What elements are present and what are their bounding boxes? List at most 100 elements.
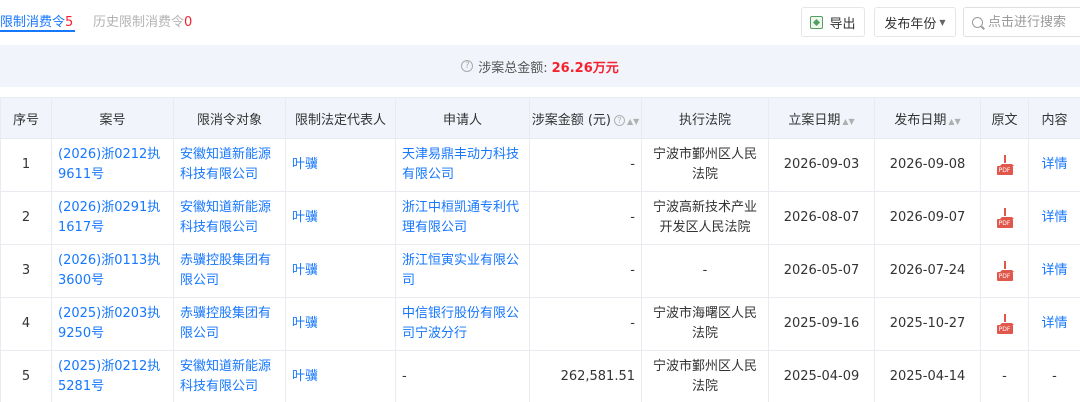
pdf-icon[interactable]: PDF <box>996 207 1014 228</box>
pdf-arrow-shape <box>999 313 1014 325</box>
cell-applicant-text[interactable]: 浙江恒寅实业有限公司 <box>402 253 519 288</box>
cell-target-text[interactable]: 赤骥控股集团有限公司 <box>180 306 271 341</box>
cell-case-no[interactable]: (2026)浙0113执3600号 <box>51 244 174 298</box>
cell-legal-rep[interactable]: 叶骥 <box>285 191 396 245</box>
cell-content: - <box>1028 350 1080 402</box>
cell-case-no[interactable]: (2025)浙0203执9250号 <box>51 297 174 351</box>
help-icon[interactable]: ? <box>613 114 625 126</box>
pdf-icon[interactable]: PDF <box>996 313 1014 334</box>
col-header-publish-date[interactable]: 发布日期 ▲▼ <box>874 97 981 139</box>
col-header-content: 内容 <box>1028 97 1080 139</box>
cell-case-no-text[interactable]: (2025)浙0212执5281号 <box>58 359 160 394</box>
cell-applicant-text[interactable]: 浙江中桓凯通专利代理有限公司 <box>402 200 519 235</box>
cell-target[interactable]: 赤骥控股集团有限公司 <box>173 244 286 298</box>
cell-original[interactable]: PDF <box>980 244 1029 298</box>
cell-target-text[interactable]: 赤骥控股集团有限公司 <box>180 253 271 288</box>
export-button[interactable]: 导出 <box>801 7 865 37</box>
cell-content[interactable]: 详情 <box>1028 244 1080 298</box>
cell-index: 5 <box>0 350 52 402</box>
cell-target-text[interactable]: 安徽知道新能源科技有限公司 <box>180 359 271 394</box>
cell-original[interactable]: PDF <box>980 297 1029 351</box>
cell-case-no[interactable]: (2025)浙0212执5281号 <box>51 350 174 402</box>
cell-target[interactable]: 赤骥控股集团有限公司 <box>173 297 286 351</box>
cell-applicant-text[interactable]: 中信银行股份有限公司宁波分行 <box>402 306 519 341</box>
cell-legal-rep-text[interactable]: 叶骥 <box>292 157 318 172</box>
cell-original[interactable]: PDF <box>980 191 1029 245</box>
cell-filing-date: 2025-04-09 <box>768 350 875 402</box>
cell-target[interactable]: 安徽知道新能源科技有限公司 <box>173 191 286 245</box>
cell-index-text: 2 <box>21 210 31 225</box>
col-header-original: 原文 <box>980 97 1029 139</box>
pdf-icon[interactable]: PDF <box>996 260 1014 281</box>
cell-legal-rep-text[interactable]: 叶骥 <box>292 369 318 384</box>
cell-legal-rep-text[interactable]: 叶骥 <box>292 210 318 225</box>
cell-legal-rep[interactable]: 叶骥 <box>285 297 396 351</box>
cell-legal-rep[interactable]: 叶骥 <box>285 138 396 192</box>
pdf-arrow-shape <box>999 207 1014 219</box>
cell-legal-rep[interactable]: 叶骥 <box>285 244 396 298</box>
caret-down-icon: ▼ <box>939 17 946 27</box>
total-amount-bar: ? 涉案总金额: 26.26万元 <box>0 45 1080 87</box>
cell-content-text[interactable]: 详情 <box>1041 210 1067 225</box>
cell-applicant[interactable]: 浙江恒寅实业有限公司 <box>395 244 530 298</box>
tab-label: 限制消费令 <box>0 15 66 30</box>
sort-icon[interactable]: ▲▼ <box>842 117 854 126</box>
pdf-label: PDF <box>996 218 1013 228</box>
cell-case-no-text[interactable]: (2026)浙0212执9611号 <box>58 147 160 182</box>
sort-icon[interactable]: ▲▼ <box>627 117 639 126</box>
cell-legal-rep-text[interactable]: 叶骥 <box>292 316 318 331</box>
sort-icon[interactable]: ▲▼ <box>948 117 960 126</box>
cell-original[interactable]: PDF <box>980 138 1029 192</box>
cell-amount: - <box>529 138 642 192</box>
cell-case-no[interactable]: (2026)浙0291执1617号 <box>51 191 174 245</box>
search-box <box>963 7 1080 37</box>
cell-amount-text: - <box>630 210 635 225</box>
cell-index-text: 4 <box>21 316 31 331</box>
cell-target[interactable]: 安徽知道新能源科技有限公司 <box>173 350 286 402</box>
cell-court: 宁波市海曙区人民法院 <box>641 297 769 351</box>
cell-content[interactable]: 详情 <box>1028 138 1080 192</box>
cell-target-text[interactable]: 安徽知道新能源科技有限公司 <box>180 200 271 235</box>
cell-case-no[interactable]: (2026)浙0212执9611号 <box>51 138 174 192</box>
cell-content-text[interactable]: 详情 <box>1041 316 1067 331</box>
pdf-arrow-shape <box>999 260 1014 272</box>
cell-amount: - <box>529 297 642 351</box>
tab-history-restriction-orders[interactable]: 历史限制消费令0 <box>93 11 192 30</box>
tab-count: 0 <box>184 15 193 30</box>
cell-legal-rep-text[interactable]: 叶骥 <box>292 263 318 278</box>
col-header-amount[interactable]: 涉案金额 (元)? ▲▼ <box>529 97 642 139</box>
cell-applicant-text: - <box>402 369 407 384</box>
table-row: 3 (2026)浙0113执3600号 赤骥控股集团有限公司 叶骥 浙江恒寅实业有限公司… <box>0 244 1080 298</box>
col-header-applicant: 申请人 <box>395 97 530 139</box>
cell-amount-text: 262,581.51 <box>560 369 635 384</box>
cell-content[interactable]: 详情 <box>1028 297 1080 351</box>
pdf-icon[interactable]: PDF <box>996 154 1014 175</box>
table-row: 2 (2026)浙0291执1617号 安徽知道新能源科技有限公司 叶骥 浙江中桓凯通专… <box>0 191 1080 245</box>
cell-filing-date-text: 2026-05-07 <box>783 263 860 278</box>
cell-applicant[interactable]: 浙江中桓凯通专利代理有限公司 <box>395 191 530 245</box>
col-header-court: 执行法院 <box>641 97 769 139</box>
tab-restriction-orders[interactable]: 限制消费令5 <box>0 11 73 30</box>
cell-applicant[interactable]: 中信银行股份有限公司宁波分行 <box>395 297 530 351</box>
cell-applicant[interactable]: 天津易鼎丰动力科技有限公司 <box>395 138 530 192</box>
cell-case-no-text[interactable]: (2025)浙0203执9250号 <box>58 306 160 341</box>
cell-content-text[interactable]: 详情 <box>1041 263 1067 278</box>
cell-target-text[interactable]: 安徽知道新能源科技有限公司 <box>180 147 271 182</box>
cell-amount-text: - <box>630 263 635 278</box>
cell-court-text: 宁波市海曙区人民法院 <box>652 306 757 341</box>
cell-target[interactable]: 安徽知道新能源科技有限公司 <box>173 138 286 192</box>
search-input[interactable] <box>988 14 1078 30</box>
cell-content-text[interactable]: 详情 <box>1041 157 1067 172</box>
cell-content[interactable]: 详情 <box>1028 191 1080 245</box>
publish-year-dropdown[interactable]: 发布年份 ▼ <box>874 7 956 37</box>
cell-applicant-text[interactable]: 天津易鼎丰动力科技有限公司 <box>402 147 519 182</box>
pdf-arrow-shape <box>999 154 1014 166</box>
tab-label: 历史限制消费令 <box>93 15 185 30</box>
cell-case-no-text[interactable]: (2026)浙0291执1617号 <box>58 200 160 235</box>
table-header-row: 序号 案号 限消令对象 限制法定代表人 申请人 涉案金额 (元)? ▲▼ 执行法院… <box>0 97 1080 139</box>
cell-publish-date: 2026-09-07 <box>874 191 981 245</box>
col-header-filing-date[interactable]: 立案日期 ▲▼ <box>768 97 875 139</box>
cell-legal-rep[interactable]: 叶骥 <box>285 350 396 402</box>
table-row: 1 (2026)浙0212执9611号 安徽知道新能源科技有限公司 叶骥 天津易鼎丰动力… <box>0 138 1080 192</box>
cell-case-no-text[interactable]: (2026)浙0113执3600号 <box>58 253 160 288</box>
